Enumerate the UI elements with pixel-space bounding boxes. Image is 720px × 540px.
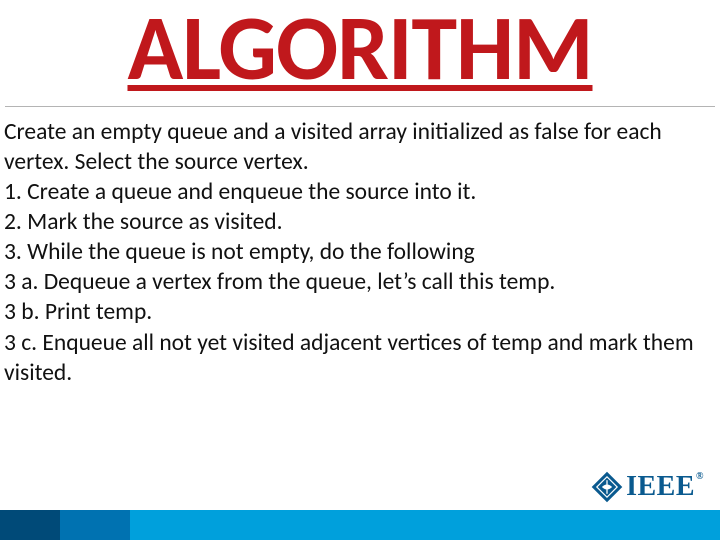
footer-bar: [0, 510, 720, 540]
slide-title: ALGORITHM: [0, 0, 720, 94]
step-3b: 3 b. Print temp.: [4, 297, 716, 327]
title-divider: [5, 106, 715, 107]
ieee-logo-text: IEEE®: [626, 471, 704, 503]
footer-segment-main: [130, 510, 720, 540]
ieee-diamond-icon: [590, 470, 624, 504]
slide: ALGORITHM Create an empty queue and a vi…: [0, 0, 720, 540]
step-3c: 3 c. Enqueue all not yet visited adjacen…: [4, 328, 716, 388]
step-1: 1. Create a queue and enqueue the source…: [4, 177, 716, 207]
footer-segment-dark: [0, 510, 60, 540]
step-3: 3. While the queue is not empty, do the …: [4, 237, 716, 267]
ieee-text: IEEE: [626, 471, 695, 502]
intro-text: Create an empty queue and a visited arra…: [4, 117, 716, 177]
ieee-logo: IEEE®: [590, 470, 704, 504]
footer-segment-mid: [60, 510, 130, 540]
body-text: Create an empty queue and a visited arra…: [0, 117, 720, 388]
registered-mark: ®: [696, 471, 704, 482]
step-3a: 3 a. Dequeue a vertex from the queue, le…: [4, 267, 716, 297]
step-2: 2. Mark the source as visited.: [4, 207, 716, 237]
